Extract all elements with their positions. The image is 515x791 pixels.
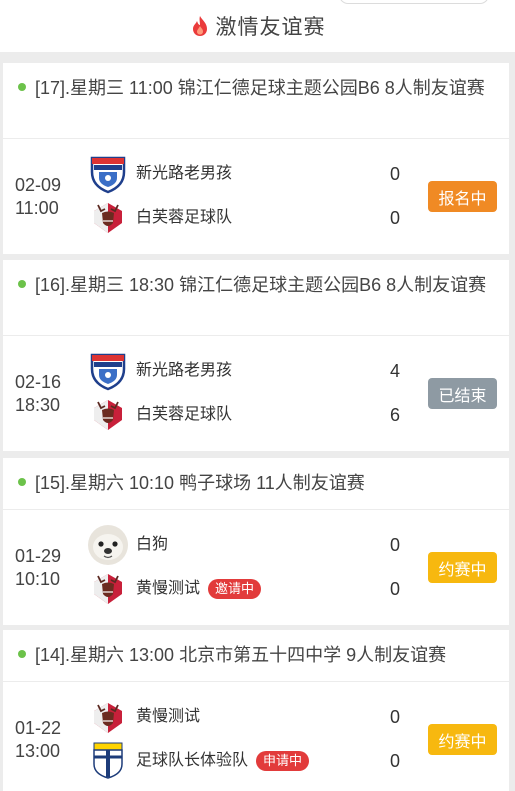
match-title: [17].星期三 11:00 锦江仁德足球主题公园B6 8人制友谊赛 — [35, 78, 485, 98]
away-team-name: 黄慢测试 — [136, 580, 201, 597]
away-team-row: 白芙蓉足球队 — [136, 208, 232, 228]
match-header: [14].星期六 13:00 北京市第五十四中学 9人制友谊赛 — [3, 630, 509, 682]
away-team-logo-icon — [88, 394, 128, 434]
match-time: 18:30 — [15, 395, 61, 415]
match-header: [17].星期三 11:00 锦江仁德足球主题公园B6 8人制友谊赛 — [3, 63, 509, 139]
away-team-name: 白芙蓉足球队 — [136, 209, 233, 226]
match-date: 02-09 — [15, 175, 62, 195]
home-team-logo-icon — [88, 154, 128, 194]
status-dot-icon — [18, 280, 26, 289]
home-team-logo-icon — [88, 697, 128, 737]
match-body[interactable]: 02-16 18:30 新光路老男孩 4 白芙蓉足球队 6 已结束 — [3, 336, 509, 451]
away-team-score: 0 — [389, 579, 400, 599]
request-status-badge: 申请中 — [256, 751, 310, 771]
page-title: 激情友谊赛 — [215, 16, 326, 39]
home-team-score: 4 — [389, 361, 400, 381]
match-datetime: 02-09 11:00 — [15, 174, 61, 220]
match-title: [16].星期三 18:30 锦江仁德足球主题公园B6 8人制友谊赛 — [35, 275, 487, 295]
away-team-score: 6 — [389, 405, 400, 425]
match-card[interactable]: [14].星期六 13:00 北京市第五十四中学 9人制友谊赛 01-22 13… — [3, 630, 509, 791]
match-datetime: 01-22 13:00 — [15, 717, 61, 763]
match-date: 01-22 — [15, 718, 62, 738]
home-team-name: 白狗 — [136, 536, 169, 553]
away-team-name: 足球队长体验队 — [136, 752, 249, 769]
match-date: 02-16 — [15, 372, 62, 392]
match-title: [15].星期六 10:10 鸭子球场 11人制友谊赛 — [35, 473, 365, 493]
match-time: 10:10 — [15, 569, 61, 589]
match-time: 13:00 — [15, 741, 61, 761]
match-card[interactable]: [15].星期六 10:10 鸭子球场 11人制友谊赛 01-29 10:10 … — [3, 458, 509, 625]
away-team-score: 0 — [389, 208, 400, 228]
request-status-badge: 邀请中 — [208, 579, 262, 599]
away-team-logo-icon — [88, 568, 128, 608]
match-title: [14].星期六 13:00 北京市第五十四中学 9人制友谊赛 — [35, 645, 447, 665]
status-dot-icon — [18, 478, 26, 487]
away-team-logo-icon — [88, 197, 128, 237]
home-team-row: 白狗 — [136, 535, 168, 555]
match-status-button[interactable]: 报名中 — [428, 181, 497, 212]
status-dot-icon — [18, 650, 26, 659]
match-status-button[interactable]: 已结束 — [428, 378, 497, 409]
match-body[interactable]: 02-09 11:00 新光路老男孩 0 白芙蓉足球队 0 报名中 — [3, 139, 509, 254]
page-header: 激情友谊赛 — [0, 0, 515, 52]
match-card[interactable]: [16].星期三 18:30 锦江仁德足球主题公园B6 8人制友谊赛 02-16… — [3, 260, 509, 451]
match-datetime: 02-16 18:30 — [15, 371, 61, 417]
home-team-row: 新光路老男孩 — [136, 164, 232, 184]
match-status-button[interactable]: 约赛中 — [428, 552, 497, 583]
home-team-logo-icon — [88, 525, 128, 565]
fire-icon — [192, 16, 207, 36]
match-datetime: 01-29 10:10 — [15, 545, 61, 591]
home-team-logo-icon — [88, 351, 128, 391]
home-team-score: 0 — [389, 535, 400, 555]
away-team-name: 白芙蓉足球队 — [136, 406, 233, 423]
away-team-score: 0 — [389, 751, 400, 771]
match-time: 11:00 — [15, 198, 59, 218]
match-date: 01-29 — [15, 546, 62, 566]
away-team-row: 白芙蓉足球队 — [136, 405, 232, 425]
match-header: [16].星期三 18:30 锦江仁德足球主题公园B6 8人制友谊赛 — [3, 260, 509, 336]
match-body[interactable]: 01-22 13:00 黄慢测试 0 足球队长体验队 申请中 0 约赛中 — [3, 682, 509, 791]
status-dot-icon — [18, 83, 26, 92]
match-card[interactable]: [17].星期三 11:00 锦江仁德足球主题公园B6 8人制友谊赛 02-09… — [3, 63, 509, 254]
away-team-row: 足球队长体验队 申请中 — [136, 751, 310, 771]
away-team-logo-icon — [88, 740, 128, 780]
match-body[interactable]: 01-29 10:10 白狗 0 黄慢测试 邀请中 0 约赛中 — [3, 510, 509, 625]
home-team-score: 0 — [389, 164, 400, 184]
away-team-row: 黄慢测试 邀请中 — [136, 579, 262, 599]
home-team-name: 黄慢测试 — [136, 708, 201, 725]
match-status-button[interactable]: 约赛中 — [428, 724, 497, 755]
home-team-name: 新光路老男孩 — [136, 165, 233, 182]
top-tab-edge — [339, 0, 489, 4]
home-team-name: 新光路老男孩 — [136, 362, 233, 379]
match-header: [15].星期六 10:10 鸭子球场 11人制友谊赛 — [3, 458, 509, 510]
home-team-row: 新光路老男孩 — [136, 361, 232, 381]
home-team-score: 0 — [389, 707, 400, 727]
home-team-row: 黄慢测试 — [136, 707, 200, 727]
